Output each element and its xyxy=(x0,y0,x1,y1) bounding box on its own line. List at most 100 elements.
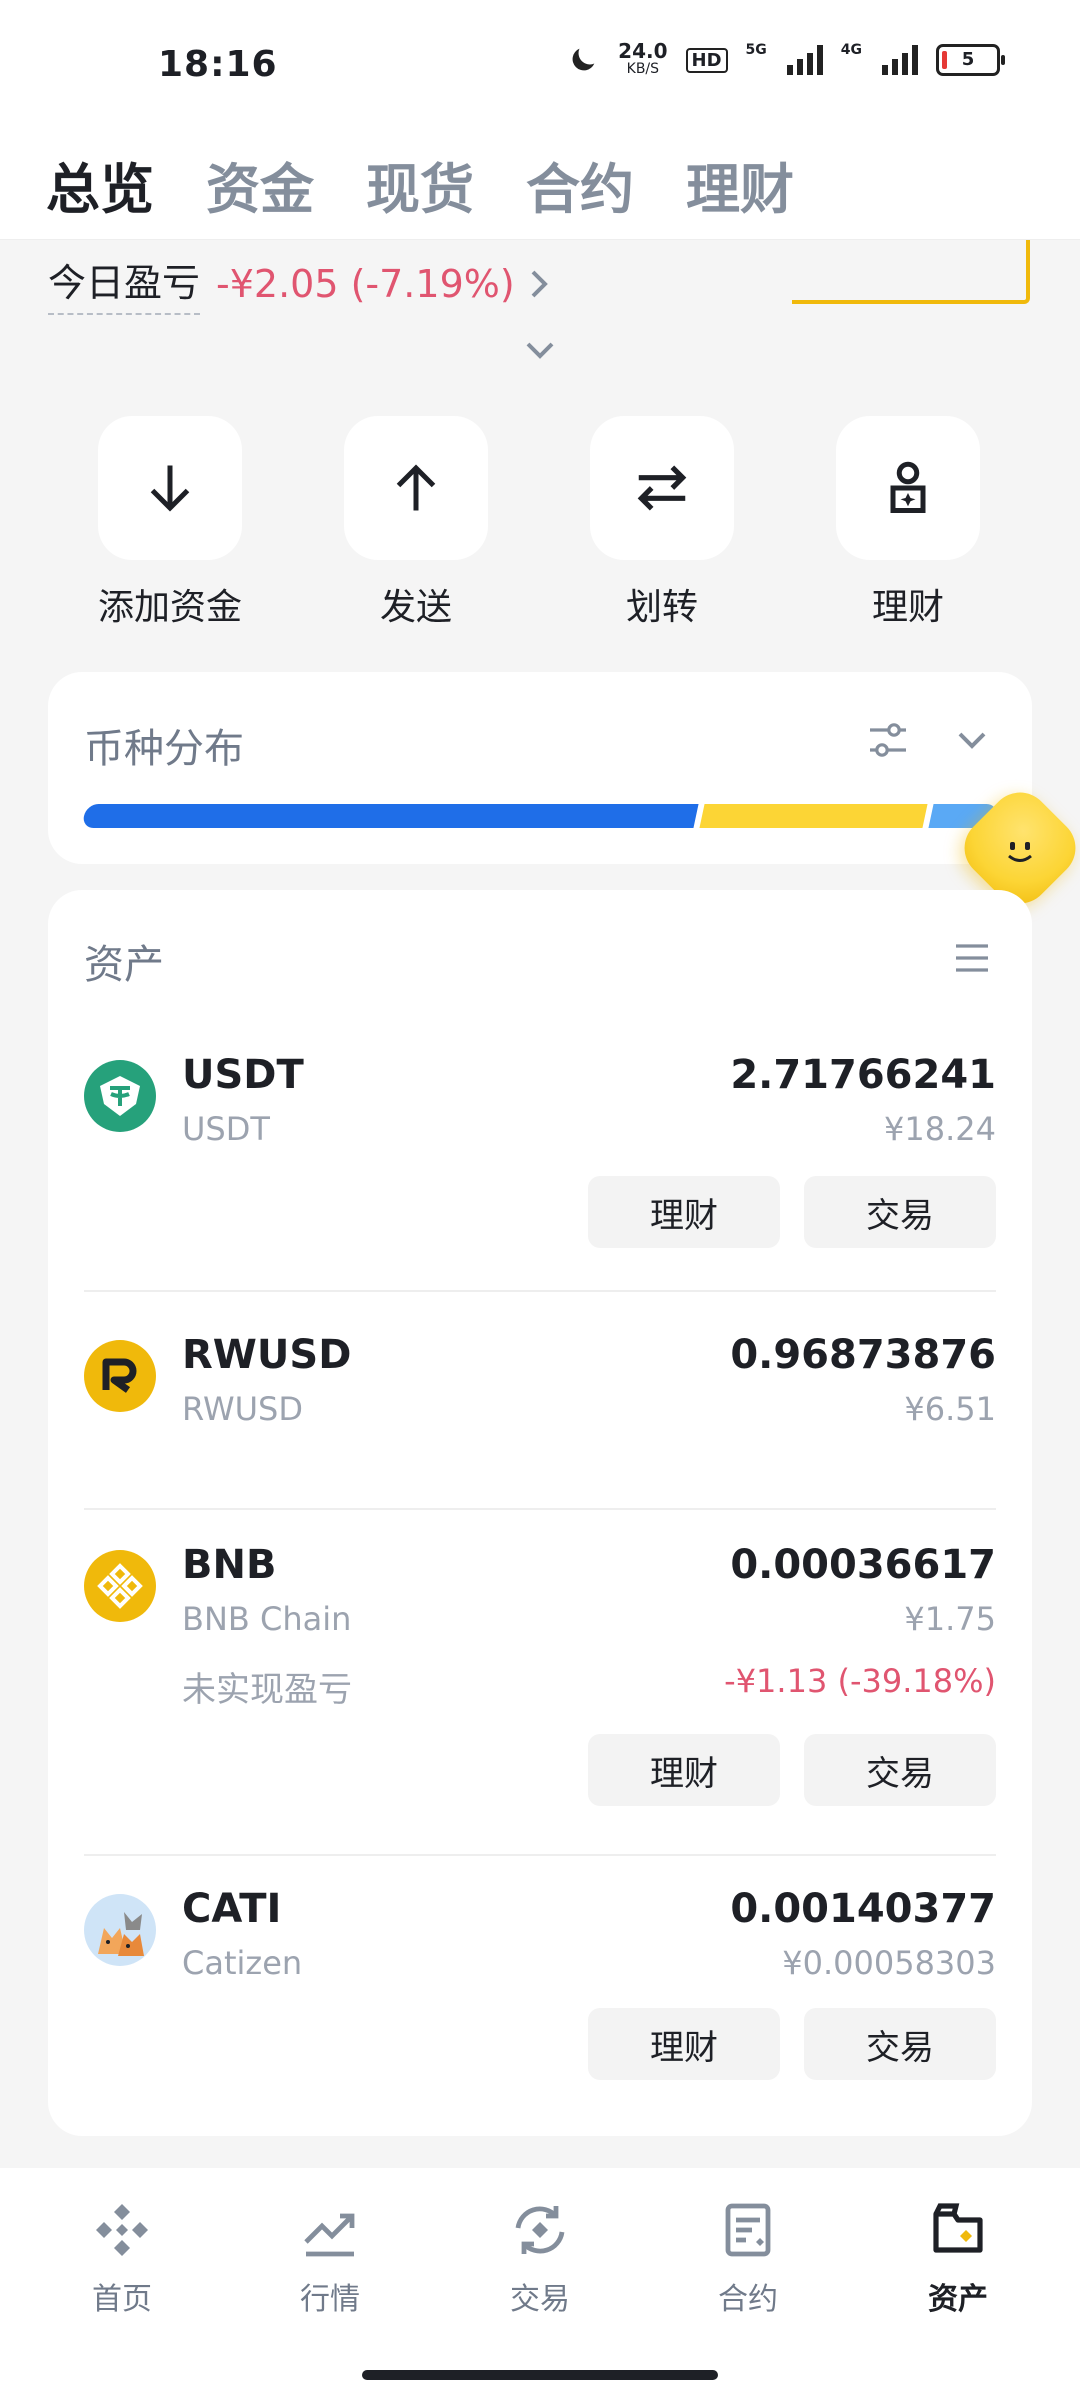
futures-icon xyxy=(725,2203,771,2257)
asset-quantity: 0.00140377 xyxy=(730,1886,996,1932)
battery-icon: 5 xyxy=(936,44,1005,76)
hd-badge: HD xyxy=(685,47,728,73)
asset-symbol: RWUSD xyxy=(182,1332,352,1378)
rwusd-logo xyxy=(84,1340,156,1412)
trade-icon xyxy=(515,2206,565,2254)
unrealized-pnl-value: -¥1.13 (-39.18%) xyxy=(724,1662,996,1700)
nav-assets-label: 资产 xyxy=(928,2282,988,2317)
home-indicator[interactable] xyxy=(362,2370,718,2380)
asset-fiat-value: ¥6.51 xyxy=(904,1390,996,1428)
bnb-icon xyxy=(97,1563,143,1609)
nav-home[interactable]: 首页 xyxy=(22,2198,222,2318)
nav-trade-label: 交易 xyxy=(510,2282,570,2317)
top-tabs: 总览 资金 现货 合约 理财 xyxy=(0,130,1080,240)
status-bar: 18:16 24.0 KB/S HD 5G 4G 5 xyxy=(0,0,1080,130)
asset-name: Catizen xyxy=(182,1944,303,1982)
tether-icon xyxy=(100,1076,140,1116)
asset-row-bnb[interactable]: BNB BNB Chain 0.00036617 ¥1.75 未实现盈亏 -¥1… xyxy=(84,1510,996,1856)
nav-markets-label: 行情 xyxy=(300,2282,360,2317)
chevron-down-icon[interactable] xyxy=(522,338,558,362)
moon-icon xyxy=(572,48,595,71)
bottom-nav: 首页 行情 交易 合约 资产 xyxy=(0,2168,1080,2400)
smiley-icon xyxy=(1008,842,1032,862)
transfer-button[interactable]: 划转 xyxy=(562,416,762,630)
asset-row-cati[interactable]: CATI Catizen 0.00140377 ¥0.00058303 理财 交… xyxy=(84,1854,996,2124)
tab-funding[interactable]: 资金 xyxy=(206,145,314,224)
markets-icon xyxy=(304,2213,355,2257)
asset-fiat-value: ¥18.24 xyxy=(884,1110,996,1148)
asset-symbol: USDT xyxy=(182,1052,304,1098)
signal-icon xyxy=(882,45,918,75)
r-letter-icon xyxy=(102,1358,137,1393)
pnl-label: 今日盈亏 xyxy=(48,252,201,315)
nav-home-label: 首页 xyxy=(92,2282,152,2317)
asset-quantity: 0.00036617 xyxy=(730,1542,996,1588)
chevron-right-icon xyxy=(531,270,548,297)
wallet-icon xyxy=(933,2203,983,2253)
earn-cati-button[interactable]: 理财 xyxy=(588,2008,780,2080)
divider xyxy=(84,1290,996,1292)
signal-icon xyxy=(786,45,823,75)
asset-fiat-value: ¥0.00058303 xyxy=(782,1944,996,1982)
trade-cati-button[interactable]: 交易 xyxy=(804,2008,996,2080)
distribution-bar xyxy=(81,804,999,828)
pnl-value: -¥2.05 (-7.19%) xyxy=(216,261,515,306)
assets-card: 资产 USDT USDT 2.71766241 ¥18.24 理财 交易 RWU… xyxy=(48,890,1032,2136)
earn-label: 理财 xyxy=(871,587,944,628)
cat-icon xyxy=(98,1912,144,1956)
trade-usdt-button[interactable]: 交易 xyxy=(804,1176,996,1248)
menu-icon[interactable] xyxy=(952,938,992,978)
asset-fiat-value: ¥1.75 xyxy=(904,1600,996,1638)
earn-bnb-button[interactable]: 理财 xyxy=(588,1734,780,1806)
add-funds-button[interactable]: 添加资金 xyxy=(70,416,270,630)
cati-logo xyxy=(84,1894,156,1966)
send-button[interactable]: 发送 xyxy=(316,416,516,630)
asset-row-usdt[interactable]: USDT USDT 2.71766241 ¥18.24 理财 交易 xyxy=(84,1020,996,1292)
home-icon xyxy=(96,2204,148,2256)
pnl-chart-line xyxy=(792,240,1030,304)
asset-name: USDT xyxy=(182,1110,270,1148)
earn-button[interactable]: 理财 xyxy=(808,416,1008,630)
asset-symbol: CATI xyxy=(182,1886,282,1932)
asset-row-rwusd[interactable]: RWUSD RWUSD 0.96873876 ¥6.51 xyxy=(84,1300,996,1510)
today-pnl[interactable]: 今日盈亏 -¥2.05 (-7.19%) xyxy=(48,252,551,315)
transfer-icon xyxy=(637,465,687,511)
status-icons: 24.0 KB/S HD 5G 4G 5 xyxy=(566,39,1005,78)
assets-title: 资产 xyxy=(84,942,164,988)
unrealized-pnl-label: 未实现盈亏 xyxy=(182,1670,352,1710)
arrow-up-icon xyxy=(396,464,436,511)
asset-symbol: BNB xyxy=(182,1542,277,1588)
signal-4g-label: 4G xyxy=(840,42,862,58)
tab-spot[interactable]: 现货 xyxy=(366,145,474,224)
filter-icon[interactable] xyxy=(864,716,912,764)
asset-name: BNB Chain xyxy=(182,1600,352,1638)
tab-earn[interactable]: 理财 xyxy=(686,145,794,224)
transfer-label: 划转 xyxy=(625,587,698,628)
tab-overview[interactable]: 总览 xyxy=(46,145,154,224)
asset-name: RWUSD xyxy=(182,1390,303,1428)
coin-distribution-card: 币种分布 xyxy=(48,672,1032,864)
asset-quantity: 0.96873876 xyxy=(730,1332,996,1378)
distribution-segment xyxy=(699,804,928,828)
net-speed: 24.0 KB/S xyxy=(618,39,668,77)
signal-5g-label: 5G xyxy=(745,42,767,58)
usdt-logo xyxy=(84,1060,156,1132)
tab-futures[interactable]: 合约 xyxy=(526,145,634,224)
nav-markets[interactable]: 行情 xyxy=(230,2198,430,2318)
status-time: 18:16 xyxy=(158,44,278,85)
earn-icon xyxy=(890,461,926,513)
send-label: 发送 xyxy=(379,587,452,628)
trade-bnb-button[interactable]: 交易 xyxy=(804,1734,996,1806)
bnb-logo xyxy=(84,1550,156,1622)
chevron-down-icon[interactable] xyxy=(952,720,992,760)
nav-futures[interactable]: 合约 xyxy=(648,2198,848,2318)
distribution-segment xyxy=(81,804,699,828)
quick-actions: 添加资金 发送 划转 理财 xyxy=(0,416,1080,636)
asset-quantity: 2.71766241 xyxy=(730,1052,996,1098)
arrow-down-icon xyxy=(150,465,190,512)
nav-trade[interactable]: 交易 xyxy=(440,2198,640,2318)
distribution-title: 币种分布 xyxy=(84,726,244,772)
earn-usdt-button[interactable]: 理财 xyxy=(588,1176,780,1248)
nav-assets[interactable]: 资产 xyxy=(858,2198,1058,2318)
add-funds-label: 添加资金 xyxy=(97,587,242,628)
